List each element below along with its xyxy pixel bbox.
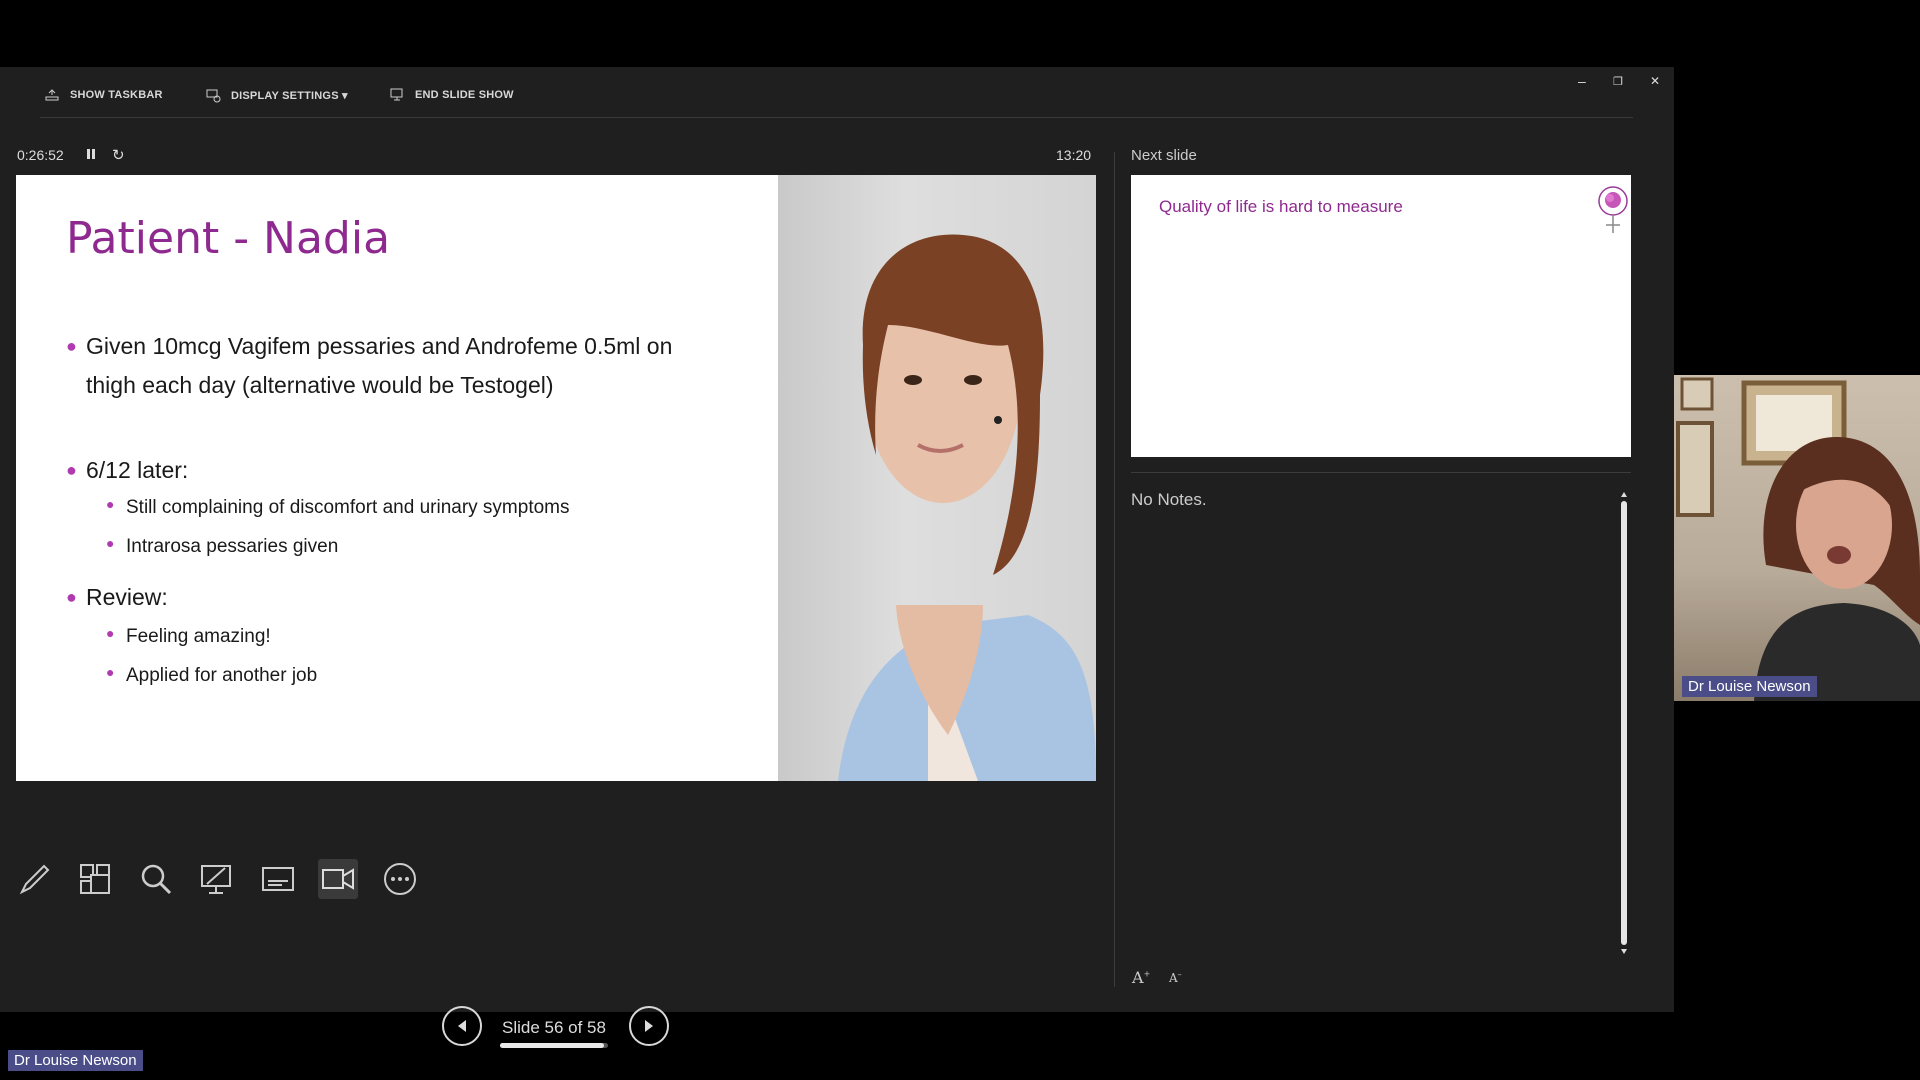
camera-icon[interactable] [318,859,358,899]
increase-font-label: A [1132,968,1144,987]
triangle-left-icon [458,1020,466,1032]
pointer-screen-icon[interactable] [196,859,236,899]
bullet-text: Given 10mcg Vagifem pessaries and Androf… [86,333,673,398]
display-settings-button[interactable]: DISPLAY SETTINGS ▾ [205,87,348,103]
bullet-dot: ● [66,336,77,356]
notes-divider [1131,472,1631,473]
next-slide-button[interactable] [629,1006,669,1046]
end-show-icon [390,88,403,101]
slide-counter[interactable]: Slide 56 of 58 [502,1018,606,1038]
elapsed-timer: 0:26:52 [17,147,64,163]
slide-progress-bar [500,1043,608,1048]
end-slide-show-label: END SLIDE SHOW [415,89,514,101]
bullet-dot: ● [106,625,115,641]
sub-bullet-text: Intrarosa pessaries given [126,536,339,557]
speaker-video-illustration [1676,377,1920,701]
triangle-right-icon [645,1020,653,1032]
pen-icon[interactable] [15,859,55,899]
bullet-text: Review: [86,584,168,610]
increase-font-button[interactable]: A+ [1132,968,1150,987]
slide-progress-fill [500,1043,605,1048]
clock: 13:20 [1056,147,1092,163]
speaker-webcam: Dr Louise Newson [1674,375,1920,701]
close-button[interactable]: ✕ [1650,74,1660,88]
current-slide: Patient - Nadia ● Given 10mcg Vagifem pe… [16,175,1096,781]
minimize-button[interactable]: – [1578,73,1586,89]
patient-photo [778,175,1096,781]
rose-logo-icon [1598,186,1628,233]
pane-divider [1114,152,1115,987]
sub-bullet-text: Still complaining of discomfort and urin… [126,497,570,518]
sub-bullet-text: Applied for another job [126,665,318,686]
speaker-notes: No Notes. [1131,490,1207,509]
woman-portrait-illustration [838,234,1096,781]
previous-slide-button[interactable] [442,1006,482,1046]
next-slide-title: Quality of life is hard to measure [1159,197,1403,216]
zoom-icon[interactable] [136,859,176,899]
decrease-font-label: A [1169,971,1178,985]
subtitles-icon[interactable] [258,859,298,899]
end-slide-show-button[interactable]: END SLIDE SHOW [389,87,514,103]
bullet-dot: ● [106,496,115,512]
see-all-slides-icon[interactable] [75,859,115,899]
taskbar-icon [45,89,59,101]
bullet-text: 6/12 later: [86,457,189,483]
slide-title: Patient - Nadia [66,213,391,264]
display-settings-label: DISPLAY SETTINGS ▾ [231,89,348,102]
restore-button[interactable]: ❐ [1613,75,1623,88]
pause-icon[interactable] [85,147,97,166]
show-taskbar-button[interactable]: SHOW TASKBAR [44,87,163,103]
decrease-font-button[interactable]: A– [1169,970,1182,985]
bullet-dot: ● [106,535,115,551]
reset-icon[interactable]: ↻ [112,146,125,164]
bullet-dot: ● [106,664,115,680]
notes-scrollbar[interactable] [1618,489,1630,957]
speaker-name-tag: Dr Louise Newson [8,1050,143,1071]
next-slide-label: Next slide [1131,147,1197,164]
sub-bullet-text: Feeling amazing! [126,626,271,647]
show-taskbar-label: SHOW TASKBAR [70,89,163,101]
toolbar-divider [40,117,1633,118]
bullet-dot: ● [66,587,77,607]
webcam-name-tag: Dr Louise Newson [1682,676,1817,697]
bullet-dot: ● [66,460,77,480]
display-settings-icon [206,89,221,103]
next-slide-preview[interactable]: Quality of life is hard to measure [1131,175,1631,457]
presenter-view: SHOW TASKBAR DISPLAY SETTINGS ▾ END SLID… [0,67,1674,1048]
more-options-icon[interactable] [380,859,420,899]
